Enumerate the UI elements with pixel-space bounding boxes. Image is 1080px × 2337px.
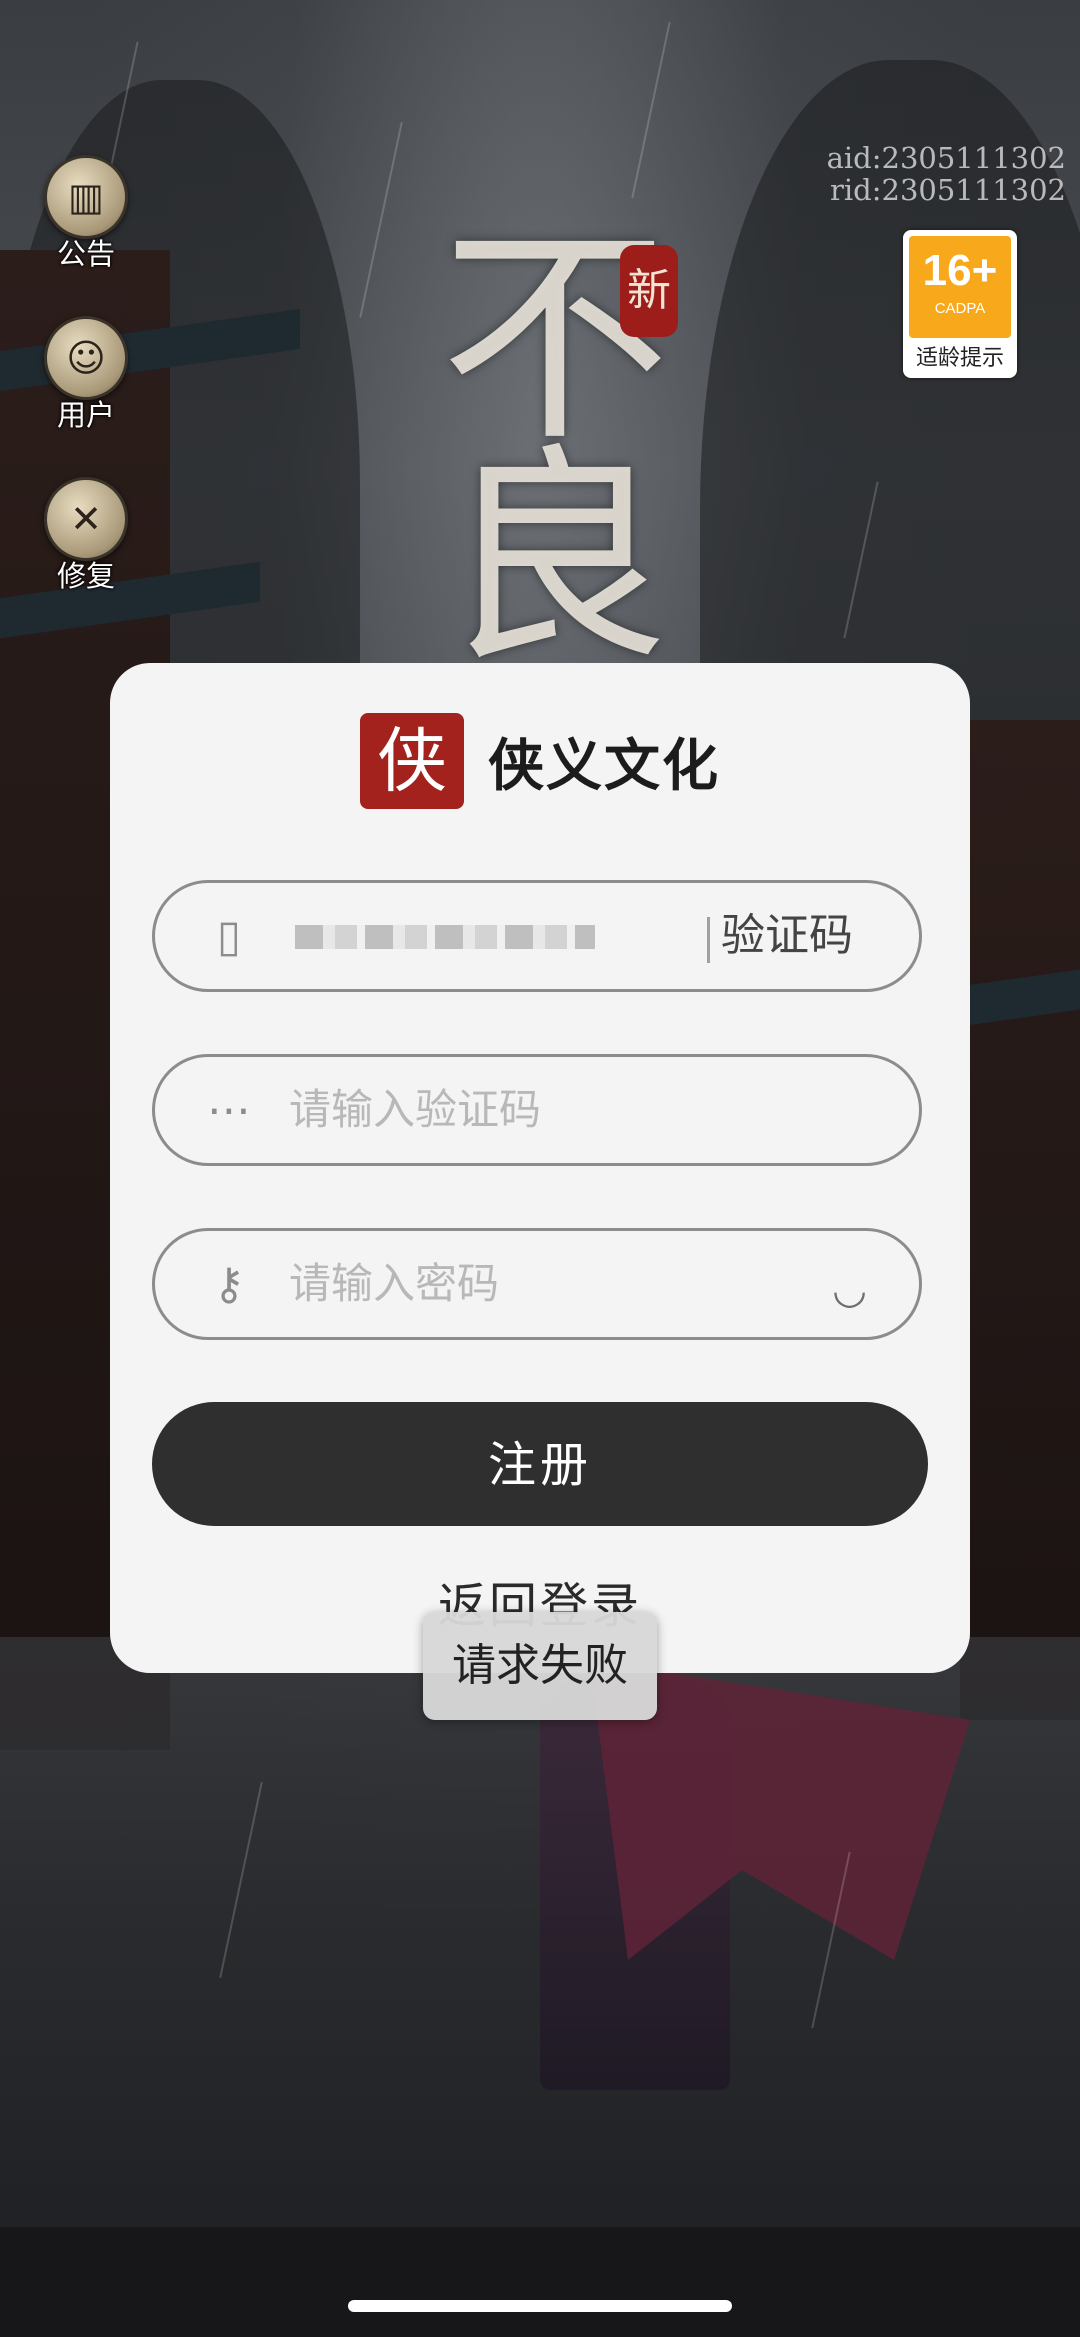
field-separator — [707, 917, 710, 963]
scroll-icon: ▥ — [44, 155, 128, 239]
rain-streak — [631, 21, 671, 199]
rid-text: rid:2305111302 — [830, 173, 1066, 207]
aid-text: aid:2305111302 — [826, 141, 1066, 175]
code-field[interactable]: ⋯ 请输入验证码 — [152, 1054, 922, 1166]
side-button-label: 修复 — [56, 559, 115, 593]
rain-streak — [359, 121, 403, 319]
password-placeholder: 请输入密码 — [289, 1259, 500, 1308]
game-title-art: 不良 — [440, 206, 671, 693]
age-rating-tip: 适龄提示 — [915, 346, 1004, 371]
age-rating-top: 16+ CADPA — [909, 236, 1011, 338]
user-avatar-icon: ☺ — [44, 316, 128, 400]
key-icon: ⚷ — [212, 1259, 246, 1310]
side-button-repair[interactable]: ✕ 修复 — [38, 477, 134, 595]
code-icon: ⋯ — [207, 1085, 251, 1136]
building-right — [960, 720, 1080, 1720]
brand-header: 侠 侠义文化 — [360, 713, 720, 809]
brand-name: 侠义文化 — [488, 733, 720, 799]
eye-closed-icon[interactable]: ◡ — [832, 1267, 867, 1313]
bottom-strip — [0, 2227, 1080, 2337]
id-readout: aid:2305111302 rid:2305111302 — [827, 142, 1066, 206]
brand-seal-logo: 侠 — [360, 713, 464, 809]
side-button-label: 用户 — [56, 398, 115, 432]
password-field[interactable]: ⚷ 请输入密码 ◡ — [152, 1228, 922, 1340]
error-toast: 请求失败 — [423, 1612, 657, 1720]
age-rating-number: 16+ — [922, 246, 998, 295]
wrench-icon: ✕ — [44, 477, 128, 561]
side-button-announcement[interactable]: ▥ 公告 — [38, 155, 134, 273]
phone-field[interactable]: ▯ 验证码 — [152, 880, 922, 992]
register-dialog: 侠 侠义文化 ▯ 验证码 ⋯ 请输入验证码 ⚷ 请输入密码 ◡ 注册 返回登录 — [110, 663, 970, 1673]
get-code-button[interactable]: 验证码 — [721, 883, 853, 989]
side-button-label: 公告 — [56, 237, 115, 271]
register-button[interactable]: 注册 — [152, 1402, 928, 1526]
home-indicator[interactable] — [348, 2300, 732, 2312]
title-seal-new: 新 — [620, 245, 678, 337]
phone-number-masked — [295, 925, 595, 949]
phone-icon: ▯ — [216, 911, 242, 962]
age-rating-badge[interactable]: 16+ CADPA 适龄提示 — [903, 230, 1017, 378]
side-button-user[interactable]: ☺ 用户 — [38, 316, 134, 434]
code-placeholder: 请输入验证码 — [289, 1085, 542, 1134]
age-rating-org: CADPA — [934, 300, 986, 317]
